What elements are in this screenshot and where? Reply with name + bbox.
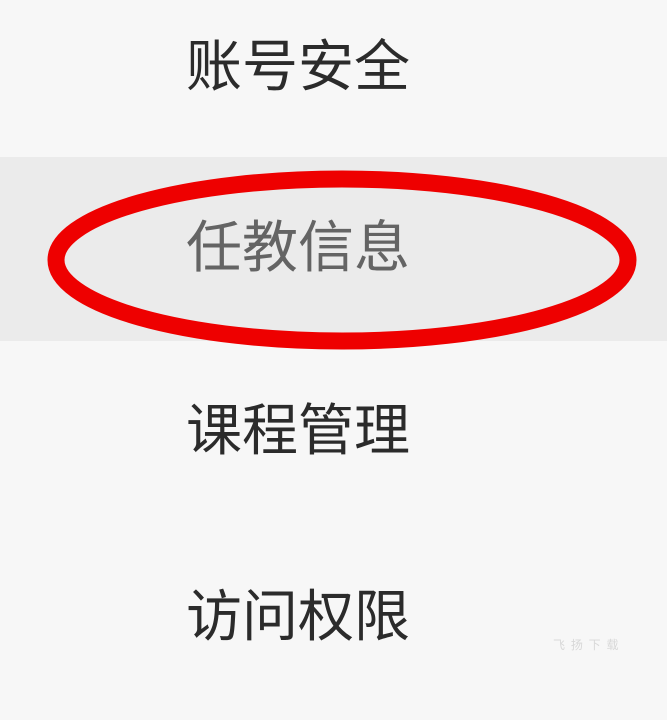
sidebar-menu: 账号安全 任教信息 课程管理 访问权限: [0, 0, 667, 720]
sidebar-item-teaching-info[interactable]: 任教信息: [0, 157, 667, 341]
sidebar-item-label: 账号安全: [186, 35, 410, 100]
watermark-text: 飞 扬 下 载: [553, 638, 620, 652]
sidebar-item-label: 访问权限: [186, 585, 410, 650]
sidebar-item-label: 任教信息: [186, 216, 410, 281]
sidebar-item-label: 课程管理: [186, 399, 410, 464]
sidebar-item-course-management[interactable]: 课程管理: [0, 394, 667, 470]
sidebar-item-account-security[interactable]: 账号安全: [0, 30, 667, 106]
